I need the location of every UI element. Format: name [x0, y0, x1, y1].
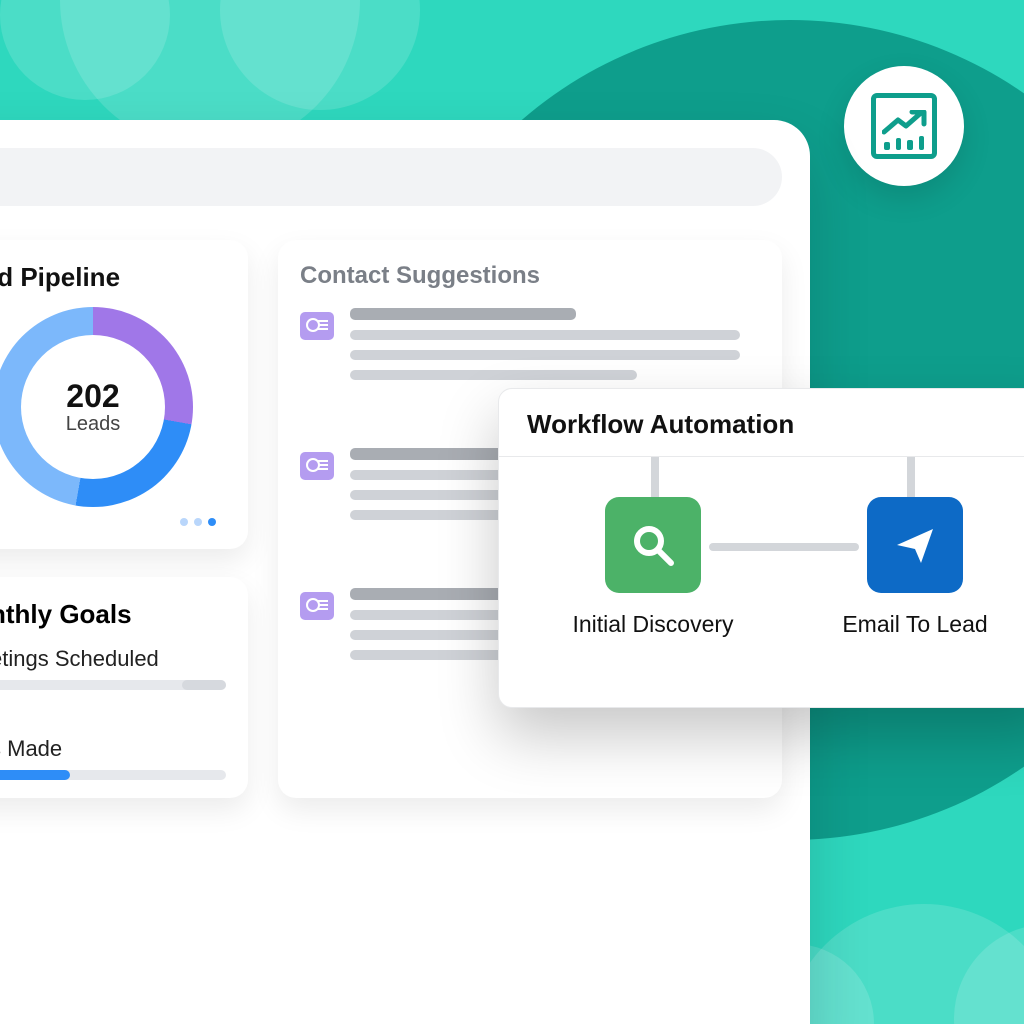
list-item[interactable] — [300, 308, 760, 390]
pipeline-title: ld Pipeline — [0, 262, 226, 293]
pagination-dots[interactable] — [0, 513, 226, 531]
monthly-goals-card: nthly Goals etings Scheduled s Made — [0, 577, 248, 798]
workflow-title: Workflow Automation — [527, 409, 1024, 440]
pipeline-card[interactable]: ld Pipeline 202 Leads — [0, 240, 248, 549]
workflow-node-label: Email To Lead — [821, 611, 1009, 638]
send-icon — [867, 497, 963, 593]
contact-card-icon — [300, 452, 334, 480]
growth-badge — [844, 66, 964, 186]
workflow-connector — [651, 457, 659, 501]
goals-title: nthly Goals — [0, 599, 226, 630]
workflow-automation-card[interactable]: Workflow Automation Initial Discovery Em… — [498, 388, 1024, 708]
goal-row: s Made — [0, 736, 226, 780]
goal-label: s Made — [0, 736, 226, 762]
goal-row: etings Scheduled — [0, 646, 226, 690]
contact-suggestions-title: Contact Suggestions — [300, 262, 760, 290]
growth-chart-icon — [871, 93, 937, 159]
goal-label: etings Scheduled — [0, 646, 226, 672]
decor-cloud — [784, 904, 1024, 1024]
goal-progress — [0, 770, 226, 780]
pipeline-value: 202 — [66, 378, 119, 415]
workflow-connector — [907, 457, 915, 501]
search-input[interactable] — [0, 148, 782, 206]
pipeline-value-label: Leads — [66, 413, 121, 436]
workflow-node-discovery[interactable]: Initial Discovery — [559, 497, 747, 638]
contact-card-icon — [300, 592, 334, 620]
marketing-canvas: ld Pipeline 202 Leads nthly Goals — [0, 0, 1024, 1024]
contact-card-icon — [300, 312, 334, 340]
pipeline-donut-chart: 202 Leads — [0, 307, 193, 507]
workflow-node-email[interactable]: Email To Lead — [821, 497, 1009, 638]
search-icon — [605, 497, 701, 593]
workflow-node-label: Initial Discovery — [559, 611, 747, 638]
goal-progress — [0, 680, 226, 690]
